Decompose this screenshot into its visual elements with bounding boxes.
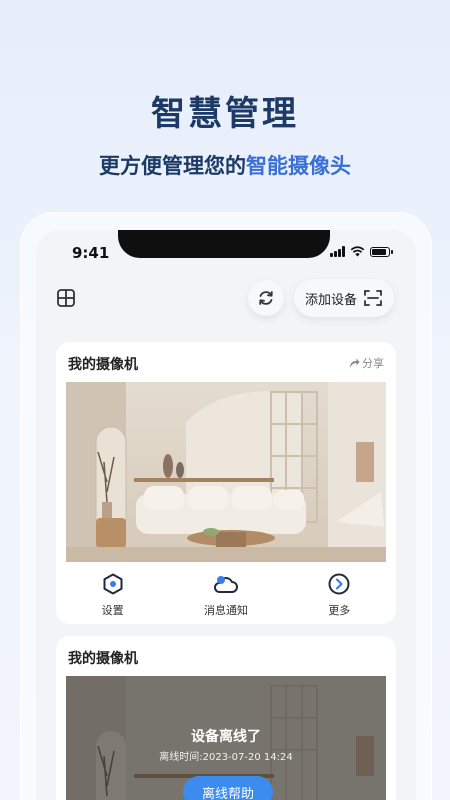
- refresh-icon: [259, 291, 273, 305]
- hero-subtitle-highlight: 智能摄像头: [246, 154, 351, 178]
- camera-preview-image[interactable]: [66, 382, 386, 562]
- camera-name: 我的摄像机: [68, 357, 138, 373]
- camera-name: 我的摄像机: [68, 651, 138, 667]
- notifications-action[interactable]: 消息通知: [169, 572, 282, 618]
- scan-icon: [364, 290, 382, 306]
- notifications-action-label: 消息通知: [203, 604, 248, 617]
- settings-action[interactable]: 设置: [56, 572, 169, 618]
- settings-action-label: 设置: [101, 604, 124, 617]
- refresh-button[interactable]: [248, 280, 284, 316]
- battery-icon: [370, 246, 393, 257]
- camera-preview-image: 设备离线了 离线时间:2023-07-20 14:24 离线帮助: [66, 676, 386, 800]
- share-label: 分享: [362, 357, 384, 370]
- camera-card-offline[interactable]: 我的摄像机 设备离线了 离线时间:2023-07-20 14:24 离线帮助: [56, 636, 396, 800]
- camera-action-row: 设置 消息通知 更多: [56, 572, 396, 618]
- living-room-image: [66, 382, 386, 562]
- hexagon-settings-icon: [103, 573, 123, 595]
- grid-view-icon[interactable]: [56, 288, 76, 308]
- cloud-notification-icon: [213, 576, 238, 593]
- add-device-label: 添加设备: [305, 292, 358, 308]
- phone-notch: [118, 230, 330, 258]
- add-device-button[interactable]: 添加设备: [294, 279, 394, 317]
- offline-status-title: 设备离线了: [191, 729, 261, 745]
- hero-title: 智慧管理: [151, 94, 299, 134]
- hero-subtitle-prefix: 更方便管理您的: [99, 154, 246, 178]
- chevron-right-circle-icon: [328, 573, 350, 595]
- signal-icon: [330, 246, 345, 257]
- more-action-label: 更多: [328, 604, 351, 617]
- more-action[interactable]: 更多: [283, 572, 396, 618]
- status-time: 9:41: [72, 244, 110, 262]
- wifi-icon: [350, 246, 365, 257]
- offline-help-button[interactable]: 离线帮助: [183, 776, 273, 800]
- share-button[interactable]: 分享: [348, 355, 384, 371]
- hero-subtitle: 更方便管理您的智能摄像头: [0, 150, 450, 180]
- camera-card[interactable]: 我的摄像机 分享 设置 消息通知 更多: [56, 342, 396, 624]
- offline-time: 离线时间:2023-07-20 14:24: [159, 752, 293, 763]
- share-arrow-icon: [350, 358, 360, 368]
- status-icons: [330, 246, 393, 257]
